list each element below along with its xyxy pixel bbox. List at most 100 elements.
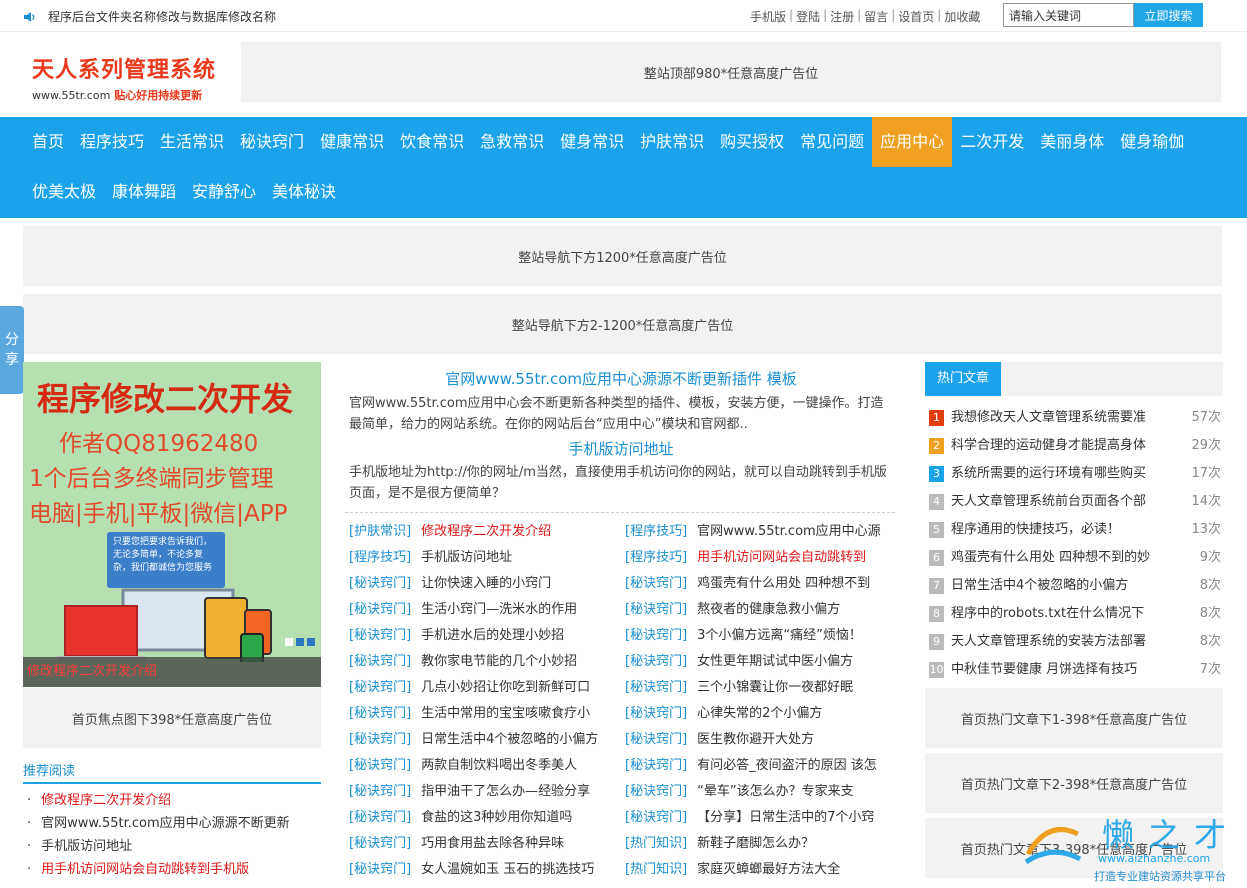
slider-dot[interactable] xyxy=(307,638,315,646)
list-item[interactable]: [秘诀窍门] 食盐的这3种妙用你知道吗 xyxy=(349,805,624,831)
article-link[interactable]: 两款自制饮料喝出冬季美人 xyxy=(421,758,577,773)
article-link[interactable]: “晕车”该怎么办？专家来支 xyxy=(697,784,853,799)
nav-item-taichi[interactable]: 优美太极 xyxy=(24,167,104,217)
register-link[interactable]: 注册 xyxy=(830,8,854,25)
list-item[interactable]: [秘诀窍门] 【分享】日常生活中的7个小窍 xyxy=(625,805,900,831)
article-link[interactable]: 天人文章管理系统前台页面各个部 xyxy=(951,488,1185,516)
nav-item-home[interactable]: 首页 xyxy=(24,117,72,167)
article-link[interactable]: 鸡蛋壳有什么用处 四种想不到的妙 xyxy=(951,544,1185,572)
list-item[interactable]: [程序技巧] 手机版访问地址 xyxy=(349,545,624,571)
list-item[interactable]: [热门知识] 家庭灭蟑螂最好方法大全 xyxy=(625,857,900,883)
category-link[interactable]: [秘诀窍门] xyxy=(625,602,687,617)
nav-item-diet[interactable]: 饮食常识 xyxy=(392,117,472,167)
list-item[interactable]: [程序技巧] 用手机访问网站会自动跳转到 xyxy=(625,545,900,571)
list-item[interactable]: [秘诀窍门] 女性更年期试试中医小偏方 xyxy=(625,649,900,675)
list-item[interactable]: [秘诀窍门] 日常生活中4个被忽略的小偏方 xyxy=(349,727,624,753)
list-item[interactable]: 7 日常生活中4个被忽略的小偏方 8次 xyxy=(929,572,1221,600)
article-link[interactable]: 生活中常用的宝宝咳嗽食疗小 xyxy=(421,706,590,721)
article-link[interactable]: 日常生活中4个被忽略的小偏方 xyxy=(421,732,598,747)
category-link[interactable]: [秘诀窍门] xyxy=(349,732,411,747)
category-link[interactable]: [秘诀窍门] xyxy=(349,680,411,695)
article-link[interactable]: 医生教你避开大处方 xyxy=(697,732,814,747)
category-link[interactable]: [程序技巧] xyxy=(625,550,687,565)
nav-item-life-tips[interactable]: 生活常识 xyxy=(152,117,232,167)
article-link[interactable]: 3个小偏方远离“痛经”烦恼！ xyxy=(697,628,862,643)
article-link[interactable]: 官网www.55tr.com应用中心源 xyxy=(697,524,881,539)
category-link[interactable]: [热门知识] xyxy=(625,862,687,877)
nav-item-relax[interactable]: 安静舒心 xyxy=(184,167,264,217)
article-link[interactable]: 【分享】日常生活中的7个小窍 xyxy=(697,810,874,825)
headline-title-2[interactable]: 手机版访问地址 xyxy=(345,438,897,459)
nav-item-dance[interactable]: 康体舞蹈 xyxy=(104,167,184,217)
nav-item-program-tips[interactable]: 程序技巧 xyxy=(72,117,152,167)
guestbook-link[interactable]: 留言 xyxy=(864,8,888,25)
list-item[interactable]: 6 鸡蛋壳有什么用处 四种想不到的妙 9次 xyxy=(929,544,1221,572)
list-item[interactable]: 3 系统所需要的运行环境有哪些购买 17次 xyxy=(929,460,1221,488)
category-link[interactable]: [秘诀窍门] xyxy=(625,784,687,799)
list-item[interactable]: 10 中秋佳节要健康 月饼选择有技巧 7次 xyxy=(929,656,1221,684)
list-item[interactable]: [秘诀窍门] 三个小锦囊让你一夜都好眠 xyxy=(625,675,900,701)
search-button[interactable]: 立即搜索 xyxy=(1134,3,1203,27)
nav-item-first-aid[interactable]: 急救常识 xyxy=(472,117,552,167)
list-item[interactable]: 修改程序二次开发介绍 xyxy=(27,789,323,812)
list-item[interactable]: [秘诀窍门] 指甲油干了怎么办—经验分享 xyxy=(349,779,624,805)
bookmark-link[interactable]: 加收藏 xyxy=(944,8,980,25)
article-link[interactable]: 心律失常的2个小偏方 xyxy=(697,706,822,721)
article-link[interactable]: 新鞋子磨脚怎么办？ xyxy=(697,836,814,851)
nav-item-beauty-body[interactable]: 美丽身体 xyxy=(1032,117,1112,167)
article-link[interactable]: 手机进水后的处理小妙招 xyxy=(421,628,564,643)
article-link[interactable]: 系统所需要的运行环境有哪些购买 xyxy=(951,460,1185,488)
article-link[interactable]: 家庭灭蟑螂最好方法大全 xyxy=(697,862,840,877)
list-item[interactable]: [秘诀窍门] 生活小窍门—洗米水的作用 xyxy=(349,597,624,623)
nav-item-faq[interactable]: 常见问题 xyxy=(792,117,872,167)
focus-caption[interactable]: 修改程序二次开发介绍 xyxy=(23,657,321,687)
nav-item-secondary-dev[interactable]: 二次开发 xyxy=(952,117,1032,167)
list-item[interactable]: [秘诀窍门] 心律失常的2个小偏方 xyxy=(625,701,900,727)
list-item[interactable]: 4 天人文章管理系统前台页面各个部 14次 xyxy=(929,488,1221,516)
category-link[interactable]: [秘诀窍门] xyxy=(349,758,411,773)
hot-ad-slot-2[interactable]: 首页热门文章下2-398*任意高度广告位 xyxy=(925,753,1223,813)
list-item[interactable]: [秘诀窍门] 生活中常用的宝宝咳嗽食疗小 xyxy=(349,701,624,727)
list-item[interactable]: [热门知识] 新鞋子磨脚怎么办？ xyxy=(625,831,900,857)
category-link[interactable]: [秘诀窍门] xyxy=(625,576,687,591)
category-link[interactable]: [秘诀窍门] xyxy=(349,862,411,877)
article-link[interactable]: 中秋佳节要健康 月饼选择有技巧 xyxy=(951,656,1185,684)
nav-ad-slot-1[interactable]: 整站导航下方1200*任意高度广告位 xyxy=(23,226,1222,286)
login-link[interactable]: 登陆 xyxy=(796,8,820,25)
article-link[interactable]: 女性更年期试试中医小偏方 xyxy=(697,654,853,669)
category-link[interactable]: [秘诀窍门] xyxy=(625,628,687,643)
category-link[interactable]: [秘诀窍门] xyxy=(349,602,411,617)
nav-ad-slot-2[interactable]: 整站导航下方2-1200*任意高度广告位 xyxy=(23,294,1222,354)
article-link[interactable]: 生活小窍门—洗米水的作用 xyxy=(421,602,577,617)
article-link[interactable]: 三个小锦囊让你一夜都好眠 xyxy=(697,680,853,695)
article-link[interactable]: 巧用食用盐去除各种异味 xyxy=(421,836,564,851)
nav-item-buy-license[interactable]: 购买授权 xyxy=(712,117,792,167)
category-link[interactable]: [秘诀窍门] xyxy=(349,576,411,591)
article-link[interactable]: 让你快速入睡的小窍门 xyxy=(421,576,551,591)
category-link[interactable]: [秘诀窍门] xyxy=(349,706,411,721)
list-item[interactable]: [秘诀窍门] 几点小妙招让你吃到新鲜可口 xyxy=(349,675,624,701)
category-link[interactable]: [秘诀窍门] xyxy=(349,836,411,851)
category-link[interactable]: [秘诀窍门] xyxy=(349,628,411,643)
list-item[interactable]: [秘诀窍门] 熬夜者的健康急救小偏方 xyxy=(625,597,900,623)
article-link[interactable]: 程序通用的快捷技巧，必读！ xyxy=(951,516,1185,544)
list-item[interactable]: [秘诀窍门] 3个小偏方远离“痛经”烦恼！ xyxy=(625,623,900,649)
category-link[interactable]: [秘诀窍门] xyxy=(625,758,687,773)
focus-ad-slot[interactable]: 首页焦点图下398*任意高度广告位 xyxy=(23,688,321,748)
list-item[interactable]: [秘诀窍门] 女人温婉如玉 玉石的挑选技巧 xyxy=(349,857,624,883)
category-link[interactable]: [秘诀窍门] xyxy=(625,680,687,695)
category-link[interactable]: [秘诀窍门] xyxy=(625,706,687,721)
list-item[interactable]: 8 程序中的robots.txt在什么情况下 8次 xyxy=(929,600,1221,628)
list-item[interactable]: 1 我想修改天人文章管理系统需要准 57次 xyxy=(929,404,1221,432)
list-item[interactable]: [秘诀窍门] 鸡蛋壳有什么用处 四种想不到 xyxy=(625,571,900,597)
category-link[interactable]: [程序技巧] xyxy=(625,524,687,539)
nav-item-secrets[interactable]: 秘诀窍门 xyxy=(232,117,312,167)
list-item[interactable]: [秘诀窍门] 巧用食用盐去除各种异味 xyxy=(349,831,624,857)
article-link[interactable]: 食盐的这3种妙用你知道吗 xyxy=(421,810,572,825)
list-item[interactable]: [秘诀窍门] 手机进水后的处理小妙招 xyxy=(349,623,624,649)
list-item[interactable]: [秘诀窍门] “晕车”该怎么办？专家来支 xyxy=(625,779,900,805)
article-link[interactable]: 程序中的robots.txt在什么情况下 xyxy=(951,600,1185,628)
article-link[interactable]: 熬夜者的健康急救小偏方 xyxy=(697,602,840,617)
share-tab[interactable]: 分 享 xyxy=(0,306,24,394)
category-link[interactable]: [护肤常识] xyxy=(349,524,411,539)
